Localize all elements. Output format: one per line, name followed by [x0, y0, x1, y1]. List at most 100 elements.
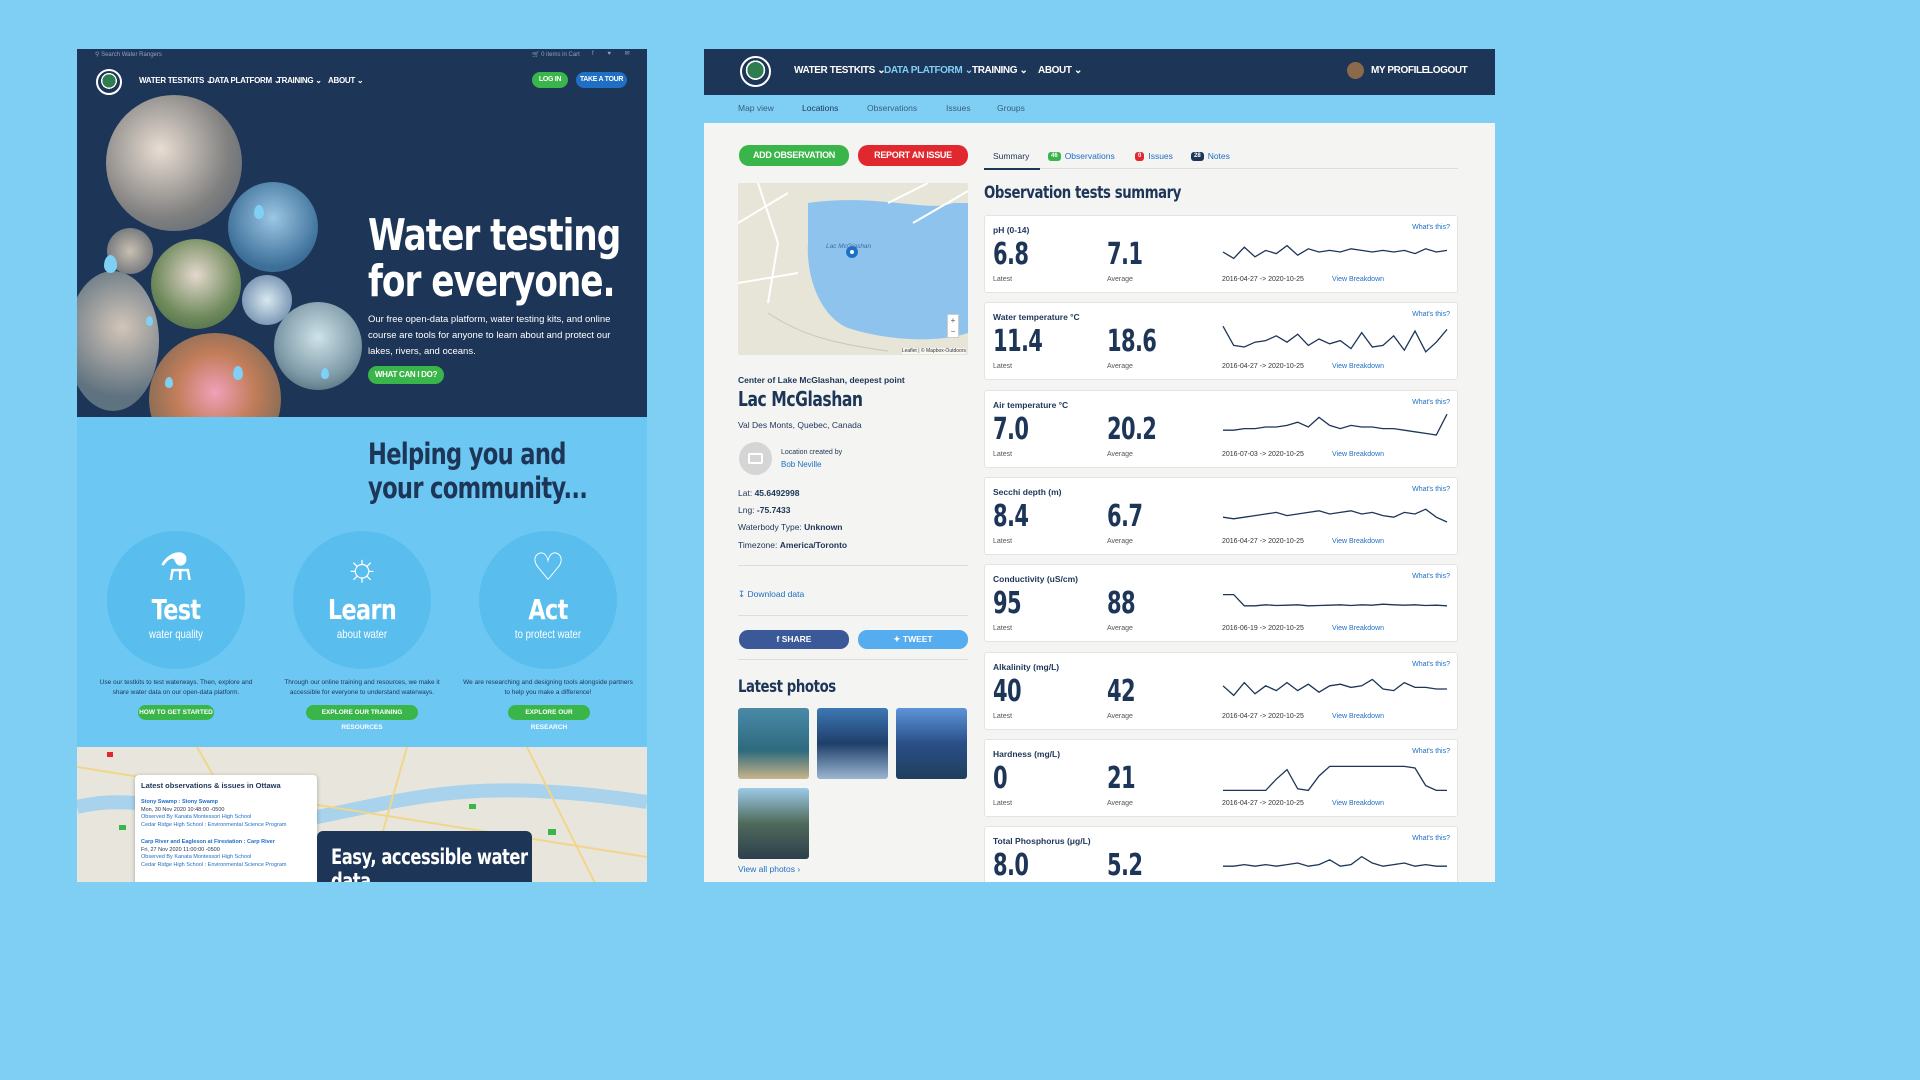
sparkline-line — [1222, 244, 1448, 260]
water-rangers-logo[interactable] — [96, 69, 122, 95]
whats-this-link[interactable]: What's this? — [1412, 486, 1450, 493]
whats-this-link[interactable]: What's this? — [1412, 748, 1450, 755]
latest-value: 6.8 — [993, 237, 1029, 272]
add-observation-button[interactable]: ADD OBSERVATION — [739, 145, 849, 166]
sparkline-chart — [1222, 244, 1448, 260]
pillar-test: ⚗ Test water quality — [107, 531, 245, 669]
view-breakdown-link[interactable]: View Breakdown — [1332, 276, 1384, 283]
view-breakdown-link[interactable]: View Breakdown — [1332, 363, 1384, 370]
homepage-panel: ⚲ Search Water Rangers 🛒 0 items in Cart… — [77, 49, 647, 882]
photo-thumbnail[interactable] — [738, 788, 809, 859]
search-field[interactable]: ⚲ Search Water Rangers — [95, 51, 162, 58]
tab-observations[interactable]: 46 Observations — [1048, 151, 1115, 162]
water-rangers-logo[interactable] — [740, 56, 771, 87]
average-value: 88 — [1107, 586, 1136, 622]
cart-link[interactable]: 🛒 0 items in Cart — [532, 51, 580, 58]
observation-item[interactable]: Carp River and Eagleson at Firestation :… — [141, 839, 311, 869]
explore-research-button[interactable]: EXPLORE OUR RESEARCH — [508, 705, 590, 731]
login-button[interactable]: LOG IN — [532, 72, 568, 88]
whats-this-link[interactable]: What's this? — [1412, 573, 1450, 580]
nav-about[interactable]: ABOUT ⌄ — [1038, 65, 1082, 76]
view-all-photos-link[interactable]: View all photos › — [738, 864, 800, 874]
average-value: 18.6 — [1107, 324, 1157, 360]
latest-value: 0 — [993, 760, 1008, 796]
average-value: 6.7 — [1107, 498, 1143, 534]
water-drop-icon — [233, 366, 243, 380]
avatar[interactable] — [1347, 62, 1364, 79]
sparkline-chart — [1222, 326, 1448, 354]
sparkline-line — [1222, 326, 1448, 354]
nav-data-platform[interactable]: DATA PLATFORM ⌄ — [209, 76, 281, 85]
tab-notes[interactable]: 28 Notes — [1191, 151, 1230, 162]
water-drop-icon — [165, 377, 173, 388]
logout-link[interactable]: LOGOUT — [1427, 65, 1468, 76]
whats-this-link[interactable]: What's this? — [1412, 835, 1450, 842]
photo-bubble-tester — [274, 302, 362, 390]
pillar-learn: ☼ Learn about water — [293, 531, 431, 669]
subnav-issues[interactable]: Issues — [946, 103, 971, 113]
nav-water-testkits[interactable]: WATER TESTKITS ⌄ — [794, 65, 886, 76]
map-attribution: Leaflet | © Mapbox-Outdoors — [901, 348, 966, 354]
nav-training[interactable]: TRAINING ⌄ — [277, 76, 322, 85]
nav-data-platform[interactable]: DATA PLATFORM ⌄ — [884, 65, 973, 76]
subnav-observations[interactable]: Observations — [867, 103, 917, 113]
nav-water-testkits[interactable]: WATER TESTKITS ⌄ — [139, 76, 213, 85]
view-breakdown-link[interactable]: View Breakdown — [1332, 800, 1384, 807]
date-range: 2016-04-27 -> 2020-10-25 — [1222, 537, 1304, 545]
observation-item[interactable]: Stony Swamp : Stony Swamp Mon, 30 Nov 20… — [141, 799, 311, 829]
tab-issues[interactable]: 0 Issues — [1135, 151, 1173, 162]
how-to-get-started-button[interactable]: HOW TO GET STARTED — [138, 705, 214, 720]
twitter-tweet-button[interactable]: ✦ TWEET — [858, 630, 968, 649]
whats-this-link[interactable]: What's this? — [1412, 311, 1450, 318]
sparkline-chart — [1222, 678, 1447, 696]
created-by-label: Location created by — [781, 449, 843, 456]
hero-paragraph: Our free open-data platform, water testi… — [368, 314, 611, 357]
photo-thumbnail[interactable] — [817, 708, 888, 779]
pillar-act-subtitle: to protect water — [514, 627, 582, 641]
sparkline-chart — [1222, 508, 1448, 523]
ottawa-map[interactable]: Latest observations & issues in Ottawa S… — [77, 747, 647, 882]
report-issue-button[interactable]: REPORT AN ISSUE — [858, 145, 968, 166]
subnav-map-view[interactable]: Map view — [738, 103, 774, 113]
created-by-user-link[interactable]: Bob Neville — [781, 460, 821, 469]
facebook-share-button[interactable]: f SHARE — [739, 630, 849, 649]
download-data-link[interactable]: ↧ Download data — [738, 589, 804, 600]
average-label: Average — [1107, 276, 1133, 283]
take-tour-button[interactable]: TAKE A TOUR — [576, 72, 627, 88]
pillar-act-blurb: We are researching and designing tools a… — [463, 679, 633, 696]
subnav-groups[interactable]: Groups — [997, 103, 1025, 113]
test-summary-card: Conductivity (uS/cm) What's this? 95 88 Late… — [984, 564, 1458, 643]
zoom-controls[interactable]: + − — [947, 314, 959, 338]
photo-bubble-man — [77, 271, 159, 411]
social-icons[interactable]: f ♥ ✉ — [592, 50, 636, 57]
facebook-icon: f — [776, 634, 780, 644]
tab-summary[interactable]: Summary — [993, 151, 1029, 161]
photo-thumbnail[interactable] — [896, 708, 967, 779]
latest-value: 11.4 — [993, 324, 1043, 360]
explore-training-button[interactable]: EXPLORE OUR TRAINING RESOURCES — [306, 705, 418, 731]
average-label: Average — [1107, 537, 1133, 545]
whats-this-link[interactable]: What's this? — [1412, 661, 1450, 668]
view-breakdown-link[interactable]: View Breakdown — [1332, 713, 1384, 720]
sparkline-line — [1222, 508, 1448, 523]
view-breakdown-link[interactable]: View Breakdown — [1332, 451, 1384, 458]
test-name: Water temperature °C — [993, 312, 1080, 323]
data-platform-panel: WATER TESTKITS ⌄ DATA PLATFORM ⌄ TRAININ… — [704, 49, 1495, 882]
whats-this-link[interactable]: What's this? — [1412, 399, 1450, 406]
view-breakdown-link[interactable]: View Breakdown — [1332, 625, 1384, 632]
photo-thumbnail[interactable] — [738, 708, 809, 779]
subnav-locations[interactable]: Locations — [802, 103, 838, 113]
waterbody-type: Waterbody Type: Unknown — [738, 522, 843, 532]
average-value: 20.2 — [1107, 411, 1157, 447]
latest-label: Latest — [993, 625, 1013, 633]
view-breakdown-link[interactable]: View Breakdown — [1332, 538, 1384, 545]
my-profile-link[interactable]: MY PROFILE — [1371, 65, 1428, 76]
whats-this-link[interactable]: What's this? — [1412, 224, 1450, 231]
nav-training[interactable]: TRAINING ⌄ — [972, 65, 1028, 76]
location-map[interactable]: Lac McGlashan + − Leaflet | © Mapbox-Outd… — [738, 183, 968, 355]
platform-nav: WATER TESTKITS ⌄ DATA PLATFORM ⌄ TRAININ… — [704, 49, 1495, 95]
average-value: 42 — [1107, 673, 1136, 709]
nav-about[interactable]: ABOUT ⌄ — [328, 76, 364, 85]
what-can-i-do-button[interactable]: WHAT CAN I DO? — [368, 366, 444, 384]
date-range: 2016-04-27 -> 2020-10-25 — [1222, 363, 1304, 371]
